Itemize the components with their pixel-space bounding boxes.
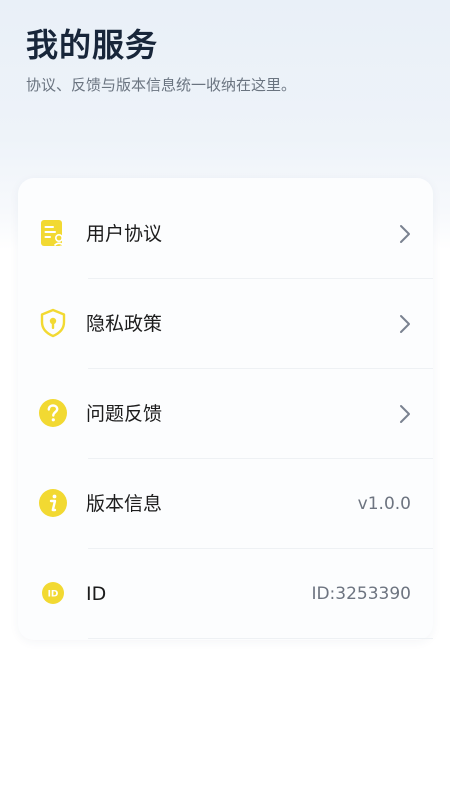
question-icon <box>39 399 67 427</box>
menu-item-label: 用户协议 <box>86 223 163 245</box>
version-value: v1.0.0 <box>357 494 411 514</box>
id-icon: ID <box>42 582 64 604</box>
chevron-right-icon <box>400 315 410 333</box>
menu-item-privacy-policy[interactable]: 隐私政策 <box>18 279 433 369</box>
menu-item-user-agreement[interactable]: 用户协议 <box>18 189 433 279</box>
svg-text:ID: ID <box>48 590 59 600</box>
menu-item-label: 版本信息 <box>86 493 163 515</box>
menu-item-feedback[interactable]: 问题反馈 <box>18 369 433 459</box>
shield-icon <box>40 308 66 338</box>
menu-item-label: 问题反馈 <box>86 403 163 425</box>
document-icon <box>41 220 65 247</box>
chevron-right-icon <box>400 405 410 423</box>
chevron-right-icon <box>400 225 410 243</box>
menu-item-label: 隐私政策 <box>86 313 163 335</box>
id-value: ID:3253390 <box>311 584 411 604</box>
menu-item-id[interactable]: ID ID ID:3253390 <box>18 549 433 639</box>
divider <box>88 638 433 639</box>
page-subtitle: 协议、反馈与版本信息统一收纳在这里。 <box>26 76 297 94</box>
info-icon <box>39 489 67 517</box>
page-title: 我的服务 <box>26 26 159 64</box>
menu-item-version-info[interactable]: 版本信息 v1.0.0 <box>18 459 433 549</box>
menu-item-label: ID <box>86 583 107 605</box>
